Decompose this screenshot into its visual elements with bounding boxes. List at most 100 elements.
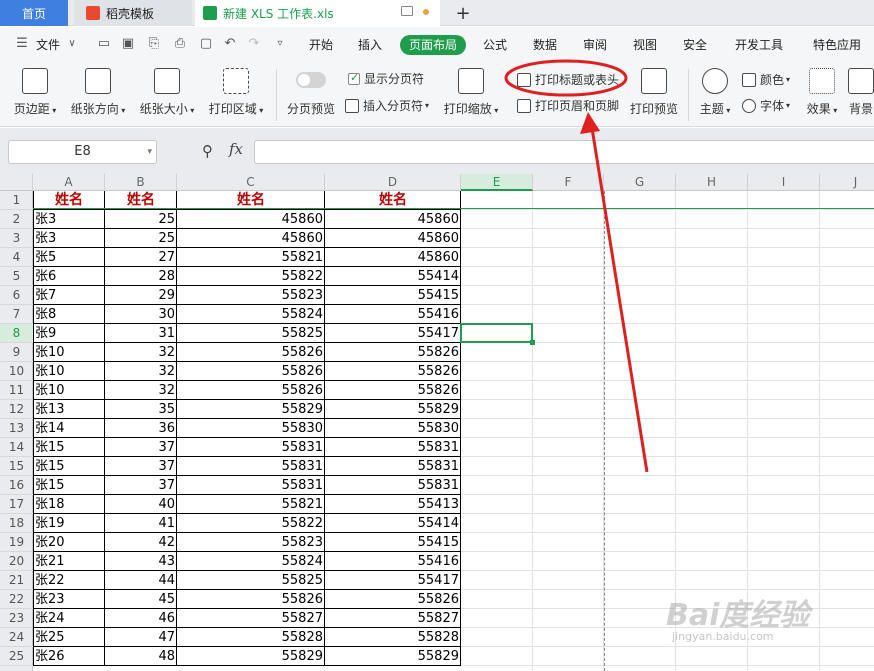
cell-c13[interactable]: 55830 <box>177 419 325 438</box>
effects-button[interactable]: 效果 ▾ <box>804 68 840 117</box>
cell-c10[interactable]: 55826 <box>177 362 325 381</box>
row-header[interactable]: 13 <box>0 419 33 438</box>
cell-a19[interactable]: 张20 <box>33 533 105 552</box>
cell-d2[interactable]: 45860 <box>325 210 461 229</box>
cell-b17[interactable]: 40 <box>105 495 177 514</box>
cell-b13[interactable]: 36 <box>105 419 177 438</box>
cell-a17[interactable]: 张18 <box>33 495 105 514</box>
new-tab-button[interactable]: + <box>452 0 474 26</box>
cell-b19[interactable]: 42 <box>105 533 177 552</box>
cell-c9[interactable]: 55826 <box>177 343 325 362</box>
cell-a20[interactable]: 张21 <box>33 552 105 571</box>
cell-d15[interactable]: 55831 <box>325 457 461 476</box>
column-header-c[interactable]: C <box>177 174 325 191</box>
cell-a2[interactable]: 张3 <box>33 210 105 229</box>
paper-size-button[interactable]: 纸张大小 ▾ <box>137 68 197 117</box>
row-header[interactable]: 21 <box>0 571 33 590</box>
cell-c12[interactable]: 55829 <box>177 400 325 419</box>
cell-b16[interactable]: 37 <box>105 476 177 495</box>
fonts-button[interactable]: 字体 ▾ <box>742 97 790 114</box>
cell-d5[interactable]: 55414 <box>325 267 461 286</box>
cell-c19[interactable]: 55823 <box>177 533 325 552</box>
orientation-button[interactable]: 纸张方向 ▾ <box>68 68 128 117</box>
menu-page-layout[interactable]: 页面布局 <box>400 35 466 55</box>
cell-a3[interactable]: 张3 <box>33 229 105 248</box>
cell-c23[interactable]: 55827 <box>177 609 325 628</box>
print-titles-button[interactable]: 打印标题或表头 <box>517 71 619 88</box>
cell-c25[interactable]: 55829 <box>177 647 325 666</box>
row-header[interactable]: 10 <box>0 362 33 381</box>
row-header[interactable]: 14 <box>0 438 33 457</box>
cell-c6[interactable]: 55823 <box>177 286 325 305</box>
cell-a15[interactable]: 张15 <box>33 457 105 476</box>
menu-developer[interactable]: 开发工具 <box>735 36 783 53</box>
row-header[interactable]: 24 <box>0 628 33 647</box>
cell-c17[interactable]: 55821 <box>177 495 325 514</box>
colors-button[interactable]: 颜色 ▾ <box>742 71 790 88</box>
cell-d14[interactable]: 55831 <box>325 438 461 457</box>
cell-b24[interactable]: 47 <box>105 628 177 647</box>
cell-b25[interactable]: 48 <box>105 647 177 666</box>
open-folder-icon[interactable]: ▭ <box>96 36 112 52</box>
cell-c15[interactable]: 55831 <box>177 457 325 476</box>
cell-a7[interactable]: 张8 <box>33 305 105 324</box>
row-header[interactable]: 15 <box>0 457 33 476</box>
cell-a11[interactable]: 张10 <box>33 381 105 400</box>
cell-a25[interactable]: 张26 <box>33 647 105 666</box>
print-preview-button[interactable]: 打印预览 <box>628 68 680 117</box>
cell-b10[interactable]: 32 <box>105 362 177 381</box>
cell-c14[interactable]: 55831 <box>177 438 325 457</box>
cell-a13[interactable]: 张14 <box>33 419 105 438</box>
cell-a23[interactable]: 张24 <box>33 609 105 628</box>
cell-c21[interactable]: 55825 <box>177 571 325 590</box>
cell-a9[interactable]: 张10 <box>33 343 105 362</box>
function-icon[interactable]: fx <box>229 140 243 158</box>
cell-a10[interactable]: 张10 <box>33 362 105 381</box>
preview-icon[interactable]: ▢ <box>198 36 214 52</box>
cell-d11[interactable]: 55826 <box>325 381 461 400</box>
column-header-e[interactable]: E <box>461 174 533 191</box>
tab-docer-templates[interactable]: 稻壳模板 <box>74 0 192 26</box>
menu-start[interactable]: 开始 <box>309 36 333 53</box>
cell-a6[interactable]: 张7 <box>33 286 105 305</box>
selected-cell-e8[interactable] <box>460 323 535 345</box>
menu-review[interactable]: 审阅 <box>583 36 607 53</box>
select-all-corner[interactable] <box>0 174 33 191</box>
save-icon[interactable]: ▣ <box>120 36 136 52</box>
cell-c18[interactable]: 55822 <box>177 514 325 533</box>
cell-d19[interactable]: 55415 <box>325 533 461 552</box>
print-area-button[interactable]: 打印区域 ▾ <box>206 68 266 117</box>
tab-current-file[interactable]: 新建 XLS 工作表.xls <box>195 0 440 26</box>
cell-d16[interactable]: 55831 <box>325 476 461 495</box>
cell-b23[interactable]: 46 <box>105 609 177 628</box>
fill-handle[interactable] <box>530 340 535 345</box>
row-header[interactable]: 11 <box>0 381 33 400</box>
hamburger-icon[interactable]: ☰ <box>14 36 30 52</box>
row-header[interactable]: 19 <box>0 533 33 552</box>
cell-b6[interactable]: 29 <box>105 286 177 305</box>
cell-c20[interactable]: 55824 <box>177 552 325 571</box>
row-header[interactable]: 23 <box>0 609 33 628</box>
column-header-h[interactable]: H <box>676 174 748 191</box>
cell-a22[interactable]: 张23 <box>33 590 105 609</box>
menu-view[interactable]: 视图 <box>633 36 657 53</box>
menu-insert[interactable]: 插入 <box>358 36 382 53</box>
column-header-i[interactable]: I <box>748 174 820 191</box>
cell-b8[interactable]: 31 <box>105 324 177 343</box>
show-page-breaks-checkbox[interactable]: 显示分页符 <box>348 70 424 87</box>
zoom-icon[interactable]: ⚲ <box>202 142 213 160</box>
cell-c24[interactable]: 55828 <box>177 628 325 647</box>
cell-d17[interactable]: 55413 <box>325 495 461 514</box>
row-header[interactable]: 12 <box>0 400 33 419</box>
row-header[interactable]: 4 <box>0 248 33 267</box>
cell-b2[interactable]: 25 <box>105 210 177 229</box>
cell-d13[interactable]: 55830 <box>325 419 461 438</box>
cell-a18[interactable]: 张19 <box>33 514 105 533</box>
row-header[interactable]: 16 <box>0 476 33 495</box>
toggle-switch[interactable] <box>296 72 326 88</box>
cell-b14[interactable]: 37 <box>105 438 177 457</box>
page-break-preview-button[interactable]: 分页预览 <box>284 72 338 117</box>
cell-c7[interactable]: 55824 <box>177 305 325 324</box>
insert-page-break-button[interactable]: 插入分页符 ▾ <box>345 97 429 114</box>
cell-d7[interactable]: 55416 <box>325 305 461 324</box>
